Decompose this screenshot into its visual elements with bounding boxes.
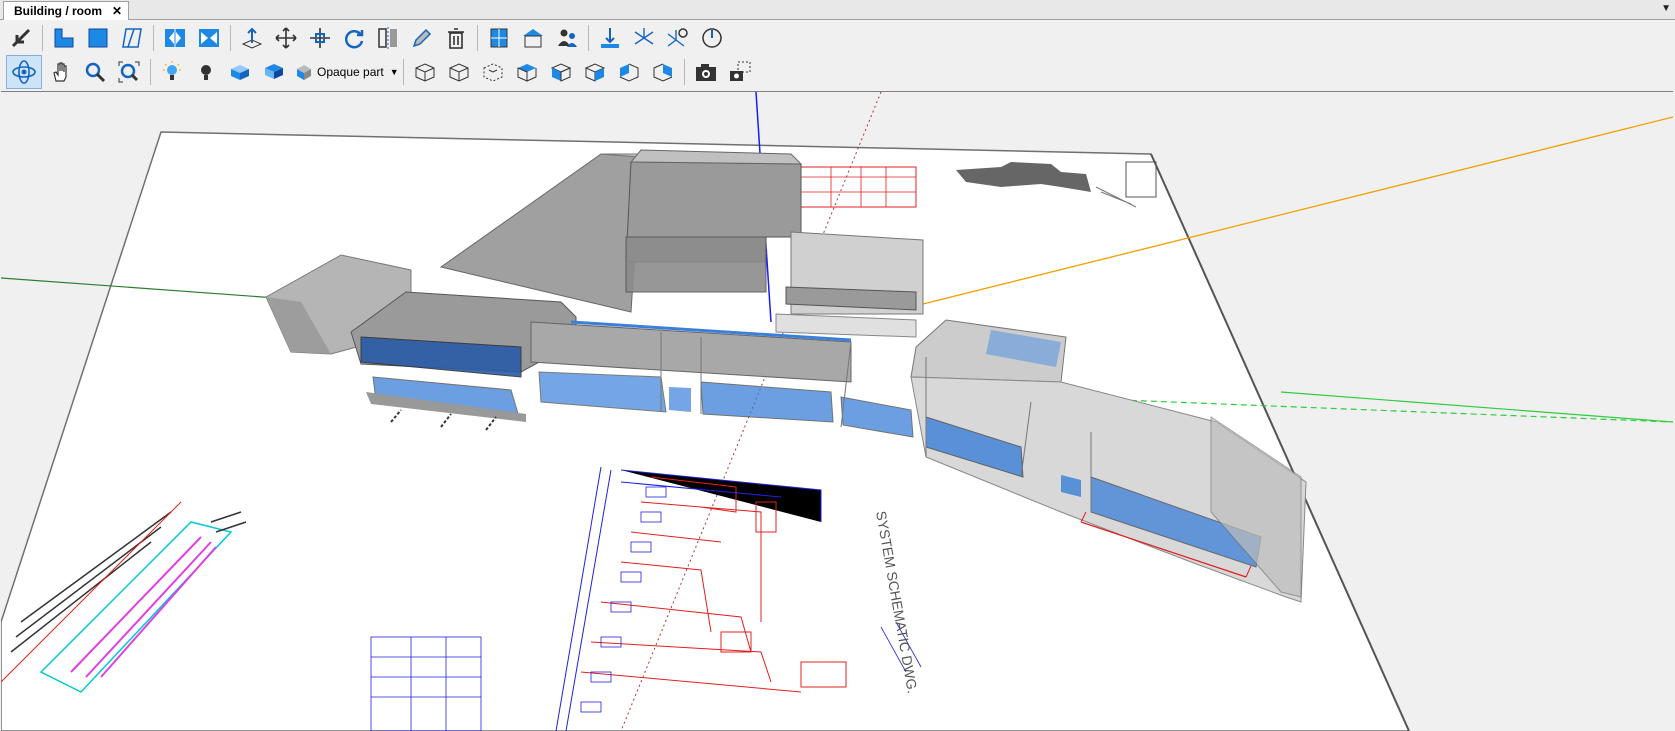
view-front-icon[interactable]: [546, 57, 576, 87]
block-bottom-icon[interactable]: [259, 57, 289, 87]
mirror-icon[interactable]: [373, 23, 403, 53]
3d-scene[interactable]: SYSTEM SCHEMATIC DWG.: [1, 92, 1673, 731]
tab-title: Building / room: [14, 4, 102, 18]
snap-floor-icon[interactable]: [595, 23, 625, 53]
light-off-icon[interactable]: [191, 57, 221, 87]
toolbar-separator: [42, 25, 43, 51]
light-on-icon[interactable]: [157, 57, 187, 87]
block-top-icon[interactable]: [225, 57, 255, 87]
rotate-icon[interactable]: [339, 23, 369, 53]
render-mode-label: Opaque part: [317, 65, 384, 79]
move-icon[interactable]: [271, 23, 301, 53]
draw-rectangle-room-icon[interactable]: [83, 23, 113, 53]
tab-menu-icon[interactable]: ▼: [1661, 3, 1671, 14]
toolbar-separator: [150, 59, 151, 85]
zoom-extents-icon[interactable]: [114, 57, 144, 87]
toolbar-row-1: [0, 21, 731, 55]
tab-bar: Building / room ✕ ▼: [0, 0, 1675, 20]
draw-polygon-room-icon[interactable]: [49, 23, 79, 53]
tab-building-room[interactable]: Building / room ✕: [3, 1, 130, 20]
view-right-icon[interactable]: [580, 57, 610, 87]
toolbar-separator: [477, 25, 478, 51]
view-iso-icon[interactable]: [410, 57, 440, 87]
camera-region-icon[interactable]: [725, 57, 755, 87]
axes-settings-icon[interactable]: [663, 23, 693, 53]
window-icon[interactable]: [484, 23, 514, 53]
view-iso-2-icon[interactable]: [444, 57, 474, 87]
toolbar-separator: [402, 59, 404, 85]
view-left-icon[interactable]: [648, 57, 678, 87]
split-icon[interactable]: [160, 23, 190, 53]
occupants-icon[interactable]: [552, 23, 582, 53]
camera-icon[interactable]: [691, 57, 721, 87]
opaque-part-icon: [297, 65, 311, 80]
view-top-icon[interactable]: [512, 57, 542, 87]
toolbar-row-2: Opaque part ▼: [0, 55, 759, 89]
toolbar-separator: [588, 25, 589, 51]
close-icon[interactable]: ✕: [112, 4, 122, 18]
toolbar-separator: [153, 25, 154, 51]
merge-icon[interactable]: [194, 23, 224, 53]
axes-icon[interactable]: [629, 23, 659, 53]
roof-icon[interactable]: [518, 23, 548, 53]
orbit-icon[interactable]: [6, 55, 42, 89]
toolbar-separator: [230, 25, 231, 51]
chevron-down-icon: ▼: [389, 67, 399, 77]
delete-trash-icon[interactable]: [441, 23, 471, 53]
view-back-icon[interactable]: [614, 57, 644, 87]
extrude-icon[interactable]: [237, 23, 267, 53]
view-plan-icon[interactable]: [478, 57, 508, 87]
render-mode-dropdown[interactable]: Opaque part ▼: [293, 60, 401, 84]
draw-wall-icon[interactable]: [117, 23, 147, 53]
toolbar-separator: [683, 59, 685, 85]
zoom-icon[interactable]: [80, 57, 110, 87]
move-vertex-icon[interactable]: [305, 23, 335, 53]
pan-hand-icon[interactable]: [46, 57, 76, 87]
3d-viewport[interactable]: SYSTEM SCHEMATIC DWG.: [1, 91, 1673, 731]
compass-icon[interactable]: [697, 23, 727, 53]
edit-pencil-icon[interactable]: [407, 23, 437, 53]
select-arrow-icon[interactable]: [6, 23, 36, 53]
